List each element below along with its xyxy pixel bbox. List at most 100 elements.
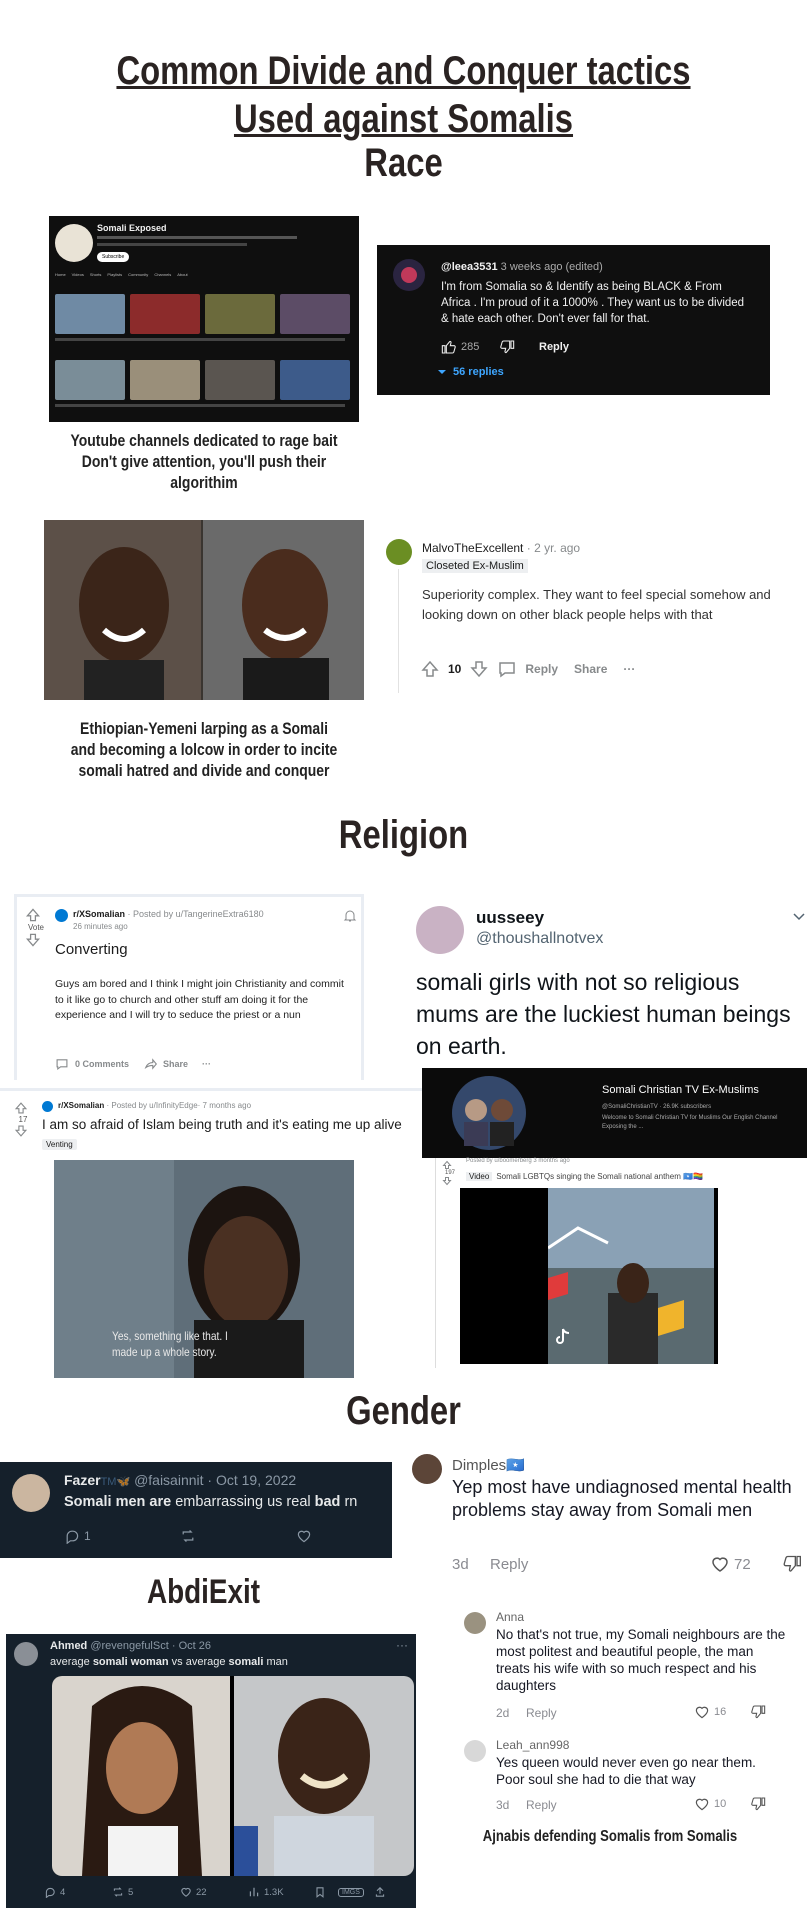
commenter-avatar[interactable]	[464, 1740, 486, 1762]
like-button[interactable]: 22	[180, 1886, 248, 1898]
tweet-handle[interactable]: @faisainnit	[134, 1472, 203, 1488]
bell-icon[interactable]	[343, 909, 357, 923]
upvote-icon[interactable]	[442, 1160, 452, 1170]
vote-count: 10	[448, 662, 462, 676]
view-replies-button[interactable]: 56 replies	[435, 365, 504, 379]
video-thumbnail[interactable]	[205, 294, 275, 334]
video-thumbnail[interactable]	[55, 360, 125, 400]
share-button[interactable]: Share	[574, 662, 607, 676]
video-thumbnail[interactable]	[205, 360, 275, 400]
tweet-image-right[interactable]	[234, 1676, 414, 1876]
post-title[interactable]: Somali LGBTQs singing the Somali nationa…	[496, 1172, 703, 1181]
tweet-text: somali girls with not so religious mums …	[416, 969, 791, 1059]
like-button[interactable]: 285	[441, 339, 479, 355]
tab-home[interactable]: Home	[55, 272, 66, 277]
downvote-icon[interactable]	[469, 659, 489, 679]
share-button[interactable]: Share	[163, 1059, 188, 1069]
commenter-avatar[interactable]	[464, 1612, 486, 1634]
reply-button[interactable]: Reply	[490, 1556, 528, 1573]
section-heading-religion: Religion	[338, 813, 469, 857]
reply-button[interactable]: 1	[64, 1528, 91, 1544]
tab-about[interactable]: About	[177, 272, 187, 277]
video-player[interactable]	[460, 1188, 718, 1364]
upvote-icon[interactable]	[14, 1101, 28, 1115]
commenter-name[interactable]: Dimples🇸🇴	[452, 1456, 525, 1474]
tweet-display-name[interactable]: Ahmed	[50, 1640, 87, 1652]
comments-button[interactable]: 0 Comments	[75, 1059, 129, 1069]
post-title[interactable]: Converting	[55, 941, 128, 958]
channel-avatar[interactable]	[452, 1076, 526, 1150]
more-options-button[interactable]: ···	[623, 662, 635, 676]
tweet-avatar[interactable]	[416, 906, 464, 954]
posted-by: Posted by u/boomerberg 3 months ago	[466, 1158, 570, 1164]
downvote-icon[interactable]	[25, 932, 41, 948]
video-thumbnail[interactable]	[130, 360, 200, 400]
reddit-post-converting[interactable]: Vote r/XSomalian · Posted by u/Tangerine…	[14, 894, 364, 1080]
share-icon[interactable]	[374, 1886, 386, 1898]
reply-button[interactable]: Reply	[539, 341, 569, 353]
tweet-display-name[interactable]: Fazer	[64, 1472, 101, 1488]
chevron-down-icon[interactable]	[792, 910, 806, 924]
comment-bubble-icon	[56, 1059, 68, 1071]
video-thumbnail[interactable]	[280, 360, 350, 400]
tweet-display-name[interactable]: uusseey	[476, 908, 544, 928]
retweet-icon[interactable]	[180, 1528, 196, 1544]
tweet-avatar[interactable]	[12, 1474, 50, 1512]
video-thumbnail[interactable]	[280, 294, 350, 334]
retweet-button[interactable]: 5	[112, 1886, 180, 1898]
tweet-handle[interactable]: @revengefulSct	[90, 1640, 168, 1652]
more-options-button[interactable]: ···	[396, 1638, 408, 1652]
video-thumbnail[interactable]	[55, 294, 125, 334]
upvote-icon[interactable]	[25, 907, 41, 923]
bookmark-icon[interactable]	[314, 1886, 326, 1898]
tab-videos[interactable]: Videos	[72, 272, 84, 277]
tab-playlists[interactable]: Playlists	[107, 272, 122, 277]
posted-by: · Posted by u/InfinityEdge· 7 months ago	[106, 1101, 252, 1110]
dislike-icon[interactable]	[750, 1704, 766, 1720]
reply-button[interactable]: 4	[44, 1886, 112, 1898]
thumb-up-icon	[441, 340, 456, 354]
like-button[interactable]: 72	[710, 1554, 751, 1574]
views-button[interactable]: 1.3K	[248, 1886, 314, 1898]
upvote-icon[interactable]	[420, 659, 440, 679]
reddit-post-video[interactable]: 197 Posted by u/boomerberg 3 months ago …	[435, 1158, 807, 1368]
imgs-button[interactable]: IMGS	[338, 1887, 364, 1897]
subreddit-name[interactable]: r/XSomalian	[73, 909, 125, 919]
youtube-comment-card: @leea3531 3 weeks ago (edited) I'm from …	[377, 245, 770, 395]
post-title[interactable]: I am so afraid of Islam being truth and …	[42, 1117, 402, 1132]
reply-button[interactable]: Reply	[525, 662, 558, 676]
tweet-image-left[interactable]	[52, 1676, 230, 1876]
tweet-handle[interactable]: @thoushallnotvex	[476, 930, 603, 948]
like-button[interactable]: 16	[694, 1704, 726, 1720]
commenter-avatar[interactable]	[412, 1454, 442, 1484]
downvote-icon[interactable]	[442, 1176, 452, 1186]
tweet-avatar[interactable]	[14, 1642, 38, 1666]
vote-count: 17	[18, 1115, 28, 1124]
subscribe-button[interactable]: Subscribe	[97, 252, 130, 262]
comment-username[interactable]: MalvoTheExcellent	[422, 541, 523, 555]
comment-handle[interactable]: @leea3531	[441, 261, 498, 273]
reply-button[interactable]: Reply	[526, 1706, 557, 1720]
video-thumbnail[interactable]	[130, 294, 200, 334]
channel-name[interactable]: Somali Christian TV Ex-Muslims	[602, 1084, 759, 1096]
heart-icon[interactable]	[296, 1528, 312, 1544]
tab-community[interactable]: Community	[128, 272, 148, 277]
tab-shorts[interactable]: Shorts	[90, 272, 102, 277]
video-titles-row	[55, 338, 345, 341]
channel-description: Welcome to Somali Christian TV for Musli…	[602, 1115, 778, 1130]
reddit-post-afraid[interactable]: 17 r/XSomalian · Posted by u/InfinityEdg…	[0, 1088, 424, 1158]
subreddit-name[interactable]: r/XSomalian	[58, 1101, 104, 1110]
like-button[interactable]: 10	[694, 1796, 726, 1812]
reply-button[interactable]: Reply	[526, 1798, 557, 1812]
thread-line[interactable]	[398, 569, 399, 693]
commenter-name[interactable]: Anna	[496, 1610, 524, 1624]
tab-channels[interactable]: Channels	[154, 272, 171, 277]
dislike-icon[interactable]	[782, 1554, 802, 1574]
dislike-icon[interactable]	[750, 1796, 766, 1812]
commenter-name[interactable]: Leah_ann998	[496, 1738, 569, 1752]
channel-avatar	[55, 224, 93, 262]
tweet-media[interactable]	[52, 1676, 414, 1876]
dislike-button[interactable]	[499, 339, 515, 355]
more-options-button[interactable]: ···	[202, 1059, 211, 1069]
downvote-icon[interactable]	[14, 1124, 28, 1138]
